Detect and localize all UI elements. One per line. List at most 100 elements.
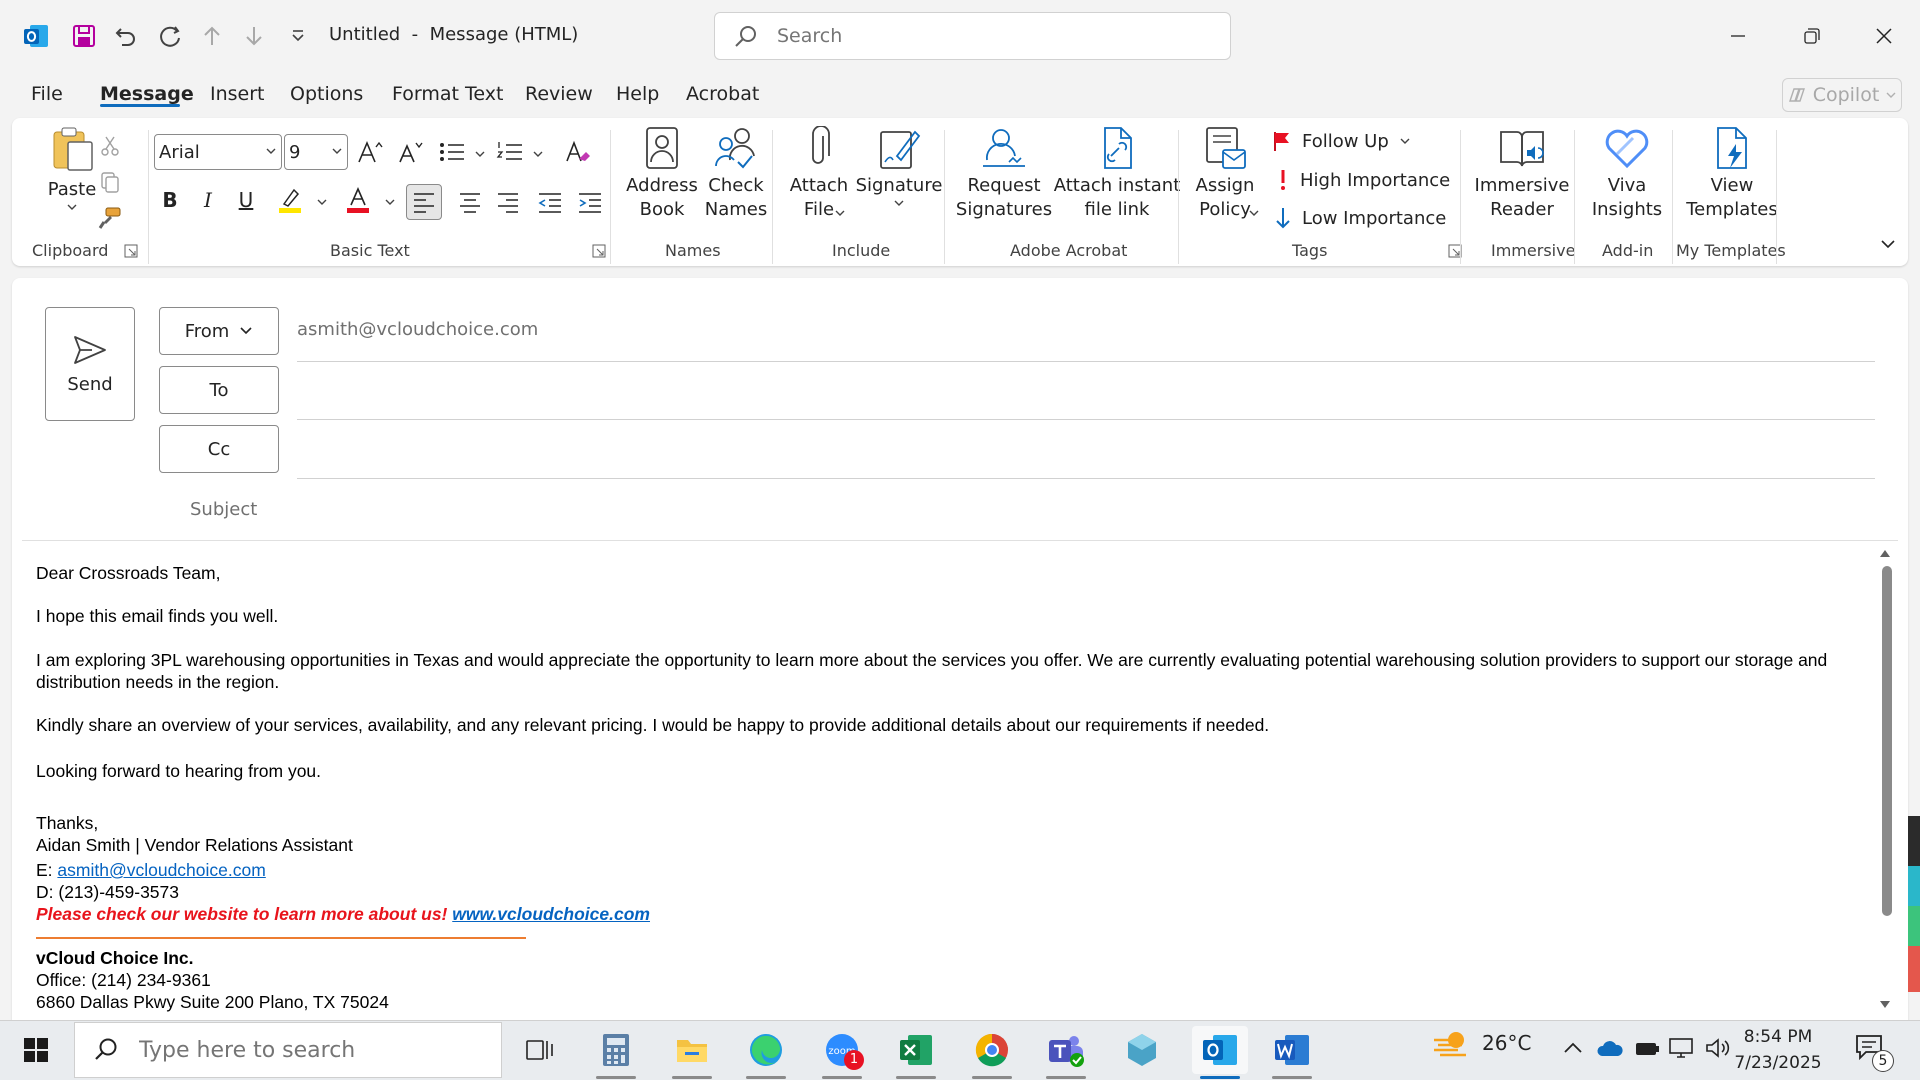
tab-review[interactable]: Review bbox=[525, 83, 593, 105]
from-button[interactable]: From bbox=[159, 307, 279, 355]
taskbar-chrome[interactable] bbox=[968, 1026, 1016, 1074]
shrink-font-button[interactable] bbox=[394, 136, 426, 168]
to-button[interactable]: To bbox=[159, 366, 279, 414]
tab-acrobat[interactable]: Acrobat bbox=[686, 83, 759, 105]
tab-insert[interactable]: Insert bbox=[210, 83, 265, 105]
notification-center-button[interactable]: 5 bbox=[1854, 1032, 1894, 1072]
request-signatures-button[interactable]: Request Signatures bbox=[954, 126, 1054, 222]
numbered-list-icon bbox=[496, 142, 522, 160]
view-templates-button[interactable]: View Templates bbox=[1680, 126, 1784, 222]
save-icon[interactable] bbox=[66, 18, 102, 54]
taskbar-clock[interactable]: 8:54 PM 7/23/2025 bbox=[1716, 1024, 1840, 1076]
tab-help[interactable]: Help bbox=[616, 83, 659, 105]
side-panel-tab[interactable] bbox=[1908, 816, 1920, 866]
font-color-icon bbox=[347, 187, 369, 213]
taskbar-teams[interactable] bbox=[1042, 1026, 1090, 1074]
chevron-down-icon[interactable] bbox=[384, 196, 396, 208]
italic-button[interactable]: I bbox=[192, 184, 224, 216]
attach-instant-file-link-button[interactable]: Attach instant file link bbox=[1054, 126, 1180, 222]
font-size-select[interactable]: 9 bbox=[284, 134, 348, 170]
numbering-button[interactable] bbox=[494, 136, 526, 168]
decrease-indent-button[interactable] bbox=[534, 186, 566, 218]
weather-widget[interactable]: 26°C bbox=[1432, 1028, 1531, 1058]
low-importance-button[interactable]: Low Importance bbox=[1274, 206, 1446, 230]
taskbar-outlook[interactable] bbox=[1192, 1026, 1248, 1074]
scroll-thumb[interactable] bbox=[1882, 566, 1892, 916]
chevron-down-icon[interactable] bbox=[316, 196, 328, 208]
grow-font-button[interactable] bbox=[354, 136, 386, 168]
redo-icon[interactable] bbox=[152, 18, 188, 54]
close-button[interactable] bbox=[1862, 14, 1906, 58]
copilot-button[interactable]: Copilot bbox=[1782, 78, 1902, 112]
send-button[interactable]: Send bbox=[45, 307, 135, 421]
side-panel-tab[interactable] bbox=[1908, 946, 1920, 992]
check-names-button[interactable]: Check Names bbox=[696, 126, 776, 222]
dialog-launcher-icon[interactable] bbox=[124, 244, 138, 258]
address-book-button[interactable]: Address Book bbox=[620, 126, 704, 222]
bullets-button[interactable] bbox=[436, 136, 468, 168]
follow-up-button[interactable]: Follow Up bbox=[1272, 130, 1411, 152]
taskbar-calculator[interactable] bbox=[592, 1026, 640, 1074]
underline-button[interactable]: U bbox=[230, 184, 262, 216]
cc-field[interactable] bbox=[297, 478, 1875, 479]
signature-button[interactable]: Signature bbox=[854, 126, 944, 208]
increase-indent-button[interactable] bbox=[574, 186, 606, 218]
align-left-button[interactable] bbox=[406, 184, 442, 220]
copy-button[interactable] bbox=[94, 166, 126, 198]
task-view-button[interactable] bbox=[516, 1026, 564, 1074]
network-icon[interactable] bbox=[1668, 1036, 1696, 1060]
tab-format-text[interactable]: Format Text bbox=[392, 83, 503, 105]
to-field[interactable] bbox=[297, 419, 1875, 420]
taskbar-file-explorer[interactable] bbox=[668, 1026, 716, 1074]
tab-message[interactable]: Message bbox=[100, 83, 194, 105]
taskbar-app[interactable] bbox=[1118, 1026, 1166, 1074]
low-importance-label: Low Importance bbox=[1302, 207, 1447, 229]
cut-button[interactable] bbox=[94, 130, 126, 162]
align-center-button[interactable] bbox=[454, 186, 486, 218]
message-body[interactable]: Dear Crossroads Team, I hope this email … bbox=[36, 562, 1836, 1013]
tab-file[interactable]: File bbox=[31, 83, 63, 105]
clear-formatting-button[interactable] bbox=[562, 136, 594, 168]
bold-button[interactable]: B bbox=[154, 184, 186, 216]
tab-options[interactable]: Options bbox=[290, 83, 363, 105]
font-name-select[interactable]: Arial bbox=[154, 134, 282, 170]
signature-email-link[interactable]: asmith@vcloudchoice.com bbox=[57, 860, 265, 880]
search-input[interactable] bbox=[775, 23, 1205, 49]
font-color-button[interactable] bbox=[342, 184, 374, 216]
next-item-icon[interactable] bbox=[236, 18, 272, 54]
format-painter-button[interactable] bbox=[94, 202, 126, 234]
collapse-ribbon-icon[interactable] bbox=[1880, 238, 1896, 250]
viva-insights-button[interactable]: Viva Insights bbox=[1582, 126, 1672, 222]
show-hidden-icons-icon[interactable] bbox=[1562, 1040, 1584, 1056]
customize-toolbar-icon[interactable] bbox=[280, 18, 316, 54]
previous-item-icon[interactable] bbox=[194, 18, 230, 54]
search-box[interactable] bbox=[714, 12, 1231, 60]
taskbar-edge[interactable] bbox=[742, 1026, 790, 1074]
website-link[interactable]: www.vcloudchoice.com bbox=[452, 904, 650, 924]
dialog-launcher-icon[interactable] bbox=[592, 244, 606, 258]
scroll-down-icon[interactable] bbox=[1879, 1000, 1891, 1010]
taskbar-excel[interactable] bbox=[892, 1026, 940, 1074]
side-panel-tab[interactable] bbox=[1908, 906, 1920, 946]
taskbar-word[interactable] bbox=[1268, 1026, 1316, 1074]
taskbar-zoom[interactable]: zoom 1 bbox=[818, 1026, 866, 1074]
onedrive-icon[interactable] bbox=[1596, 1038, 1624, 1058]
chevron-down-icon[interactable] bbox=[834, 208, 846, 218]
taskbar-search[interactable] bbox=[74, 1022, 502, 1078]
chevron-down-icon[interactable] bbox=[1248, 208, 1260, 218]
scroll-up-icon[interactable] bbox=[1879, 548, 1891, 558]
start-button[interactable] bbox=[12, 1026, 60, 1074]
align-right-button[interactable] bbox=[492, 186, 524, 218]
side-panel-tab[interactable] bbox=[1908, 866, 1920, 906]
battery-icon[interactable] bbox=[1634, 1038, 1660, 1058]
taskbar-search-input[interactable] bbox=[137, 1036, 477, 1064]
cc-button[interactable]: Cc bbox=[159, 425, 279, 473]
high-importance-button[interactable]: High Importance bbox=[1276, 168, 1450, 192]
highlight-button[interactable] bbox=[274, 184, 306, 216]
chevron-down-icon[interactable] bbox=[474, 148, 486, 160]
minimize-button[interactable] bbox=[1716, 14, 1760, 58]
undo-icon[interactable] bbox=[108, 18, 144, 54]
restore-button[interactable] bbox=[1790, 14, 1834, 58]
chevron-down-icon[interactable] bbox=[532, 148, 544, 160]
immersive-reader-button[interactable]: Immersive Reader bbox=[1468, 126, 1576, 222]
